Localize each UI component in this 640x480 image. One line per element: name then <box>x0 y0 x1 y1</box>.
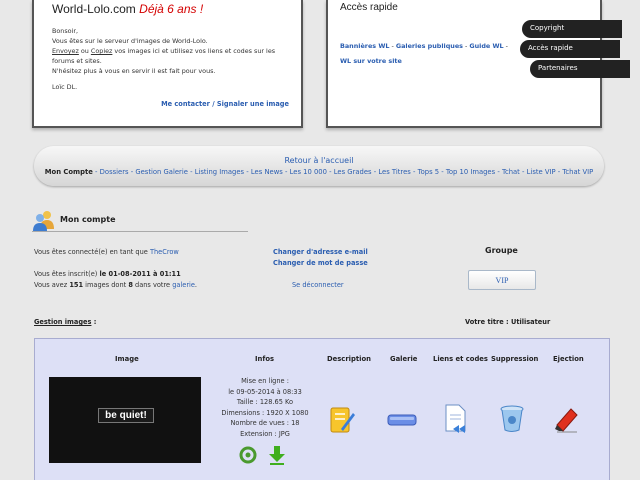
send-link[interactable]: Envoyez <box>52 47 79 55</box>
nav-gestion-galerie[interactable]: Gestion Galerie <box>135 168 188 176</box>
info-extension: Extension : JPG <box>240 429 290 438</box>
gallery-icon[interactable] <box>387 413 417 427</box>
gallery-link[interactable]: galerie <box>172 281 195 289</box>
image-thumbnail[interactable]: be quiet! <box>49 377 201 463</box>
links-codes-icon[interactable] <box>443 403 469 435</box>
nav-liste-vip[interactable]: Liste VIP <box>527 168 556 176</box>
col-description: Description <box>327 355 371 363</box>
manage-images: Gestion images : <box>34 318 97 326</box>
vip-badge: VIP <box>468 270 536 290</box>
manage-images-link[interactable]: Gestion images <box>34 318 91 326</box>
home-link[interactable]: Retour à l'accueil <box>34 146 604 165</box>
connected-as: Vous êtes connecté(e) en tant que TheCro… <box>34 248 179 256</box>
col-ejection: Ejection <box>553 355 584 363</box>
greeting: Bonsoir, <box>52 27 79 35</box>
images-count: 151 <box>69 281 84 289</box>
info-views: Nombre de vues : 18 <box>230 419 300 427</box>
registered-line: Vous êtes inscrit(e) le 01-08-2011 à 01:… <box>34 270 181 278</box>
nav-les-titres[interactable]: Les Titres <box>378 168 410 176</box>
tab-copyright[interactable]: Copyright <box>522 20 622 38</box>
change-password-link[interactable]: Changer de mot de passe <box>273 259 368 267</box>
link-guide[interactable]: Guide WL <box>469 42 503 50</box>
info-uploaded-label: Mise en ligne : <box>241 377 289 385</box>
site-name: World-Lolo.com <box>52 2 136 16</box>
logout-link[interactable]: Se déconnecter <box>292 281 344 289</box>
nav-tchat[interactable]: Tchat <box>502 168 520 176</box>
col-image: Image <box>115 355 139 363</box>
eject-icon[interactable] <box>553 405 581 433</box>
image-info: Mise en ligne : le 09-05-2014 à 08:33 Ta… <box>215 376 315 439</box>
side-tabs: Copyright Accès rapide Partenaires <box>508 0 640 84</box>
nav-les-grades[interactable]: Les Grades <box>334 168 372 176</box>
nav-dossiers[interactable]: Dossiers <box>100 168 129 176</box>
tab-acces-rapide[interactable]: Accès rapide <box>520 40 620 58</box>
anniversary-text: Déjà 6 ans ! <box>139 2 204 16</box>
registered-date: le 01-08-2011 à 01:11 <box>99 270 181 278</box>
welcome-panel: World-Lolo.com Déjà 6 ans ! Bonsoir, Vou… <box>32 0 303 128</box>
user-title: Utilisateur <box>510 318 551 326</box>
col-liens-codes: Liens et codes <box>433 355 488 363</box>
col-infos: Infos <box>255 355 275 363</box>
account-section: Mon compte <box>32 208 608 232</box>
col-suppression: Suppression <box>491 355 539 363</box>
nav-les-10000[interactable]: Les 10 000 <box>290 168 327 176</box>
images-summary: Vous avez 151 images dont 8 dans votre g… <box>34 281 198 289</box>
or-text: ou <box>78 47 91 55</box>
tab-partenaires[interactable]: Partenaires <box>530 60 630 78</box>
refresh-icon[interactable] <box>238 446 258 464</box>
account-title: Mon compte <box>60 215 116 224</box>
nav-les-news[interactable]: Les News <box>251 168 283 176</box>
info-uploaded-date: le 09-05-2014 à 08:33 <box>228 387 302 396</box>
thumbnail-brand: be quiet! <box>98 408 154 423</box>
welcome-line-1: Vous êtes sur le serveur d'images de Wor… <box>52 37 208 45</box>
image-table: Image Infos Description Galerie Liens et… <box>34 338 610 480</box>
link-bannieres[interactable]: Bannières WL <box>340 42 389 50</box>
welcome-title: World-Lolo.com Déjà 6 ans ! <box>52 2 283 16</box>
copy-link[interactable]: Copiez <box>91 47 113 55</box>
description-icon[interactable] <box>329 405 355 435</box>
nav-tops-5[interactable]: Tops 5 <box>418 168 440 176</box>
group-label: Groupe <box>485 246 518 255</box>
info-size: Taille : 128.65 Ko <box>236 398 294 406</box>
trash-icon[interactable] <box>499 403 525 433</box>
download-icon[interactable] <box>268 445 286 465</box>
nav-top-10-images[interactable]: Top 10 Images <box>446 168 495 176</box>
signature: Loïc DL. <box>52 83 78 91</box>
username-link[interactable]: TheCrow <box>150 248 179 256</box>
nav-tchat-vip[interactable]: Tchat VIP <box>562 168 593 176</box>
info-dimensions: Dimensions : 1920 X 1080 <box>221 408 309 417</box>
users-icon <box>33 210 54 231</box>
link-galeries-publiques[interactable]: Galeries publiques <box>396 42 463 50</box>
col-galerie: Galerie <box>390 355 418 363</box>
welcome-line-2: Envoyez ou Copiez vos images ici et util… <box>52 46 283 66</box>
nav-section-label: Mon Compte <box>44 168 93 176</box>
nav-listing-images[interactable]: Listing Images <box>195 168 244 176</box>
nav-items: Mon Compte - Dossiers - Gestion Galerie … <box>44 168 594 176</box>
link-wl-sur-votre-site[interactable]: WL sur votre site <box>340 57 402 65</box>
account-header: Mon compte <box>32 208 248 232</box>
main-nav: Retour à l'accueil Mon Compte - Dossiers… <box>34 146 604 186</box>
contact-link[interactable]: Me contacter / Signaler une image <box>161 100 289 108</box>
your-title: Votre titre : Utilisateur <box>465 318 551 326</box>
quick-access-links: Bannières WL - Galeries publiques - Guid… <box>340 39 508 69</box>
welcome-line-3: N'hésitez plus à vous en servir il est f… <box>52 67 216 75</box>
change-email-link[interactable]: Changer d'adresse e-mail <box>273 248 368 256</box>
